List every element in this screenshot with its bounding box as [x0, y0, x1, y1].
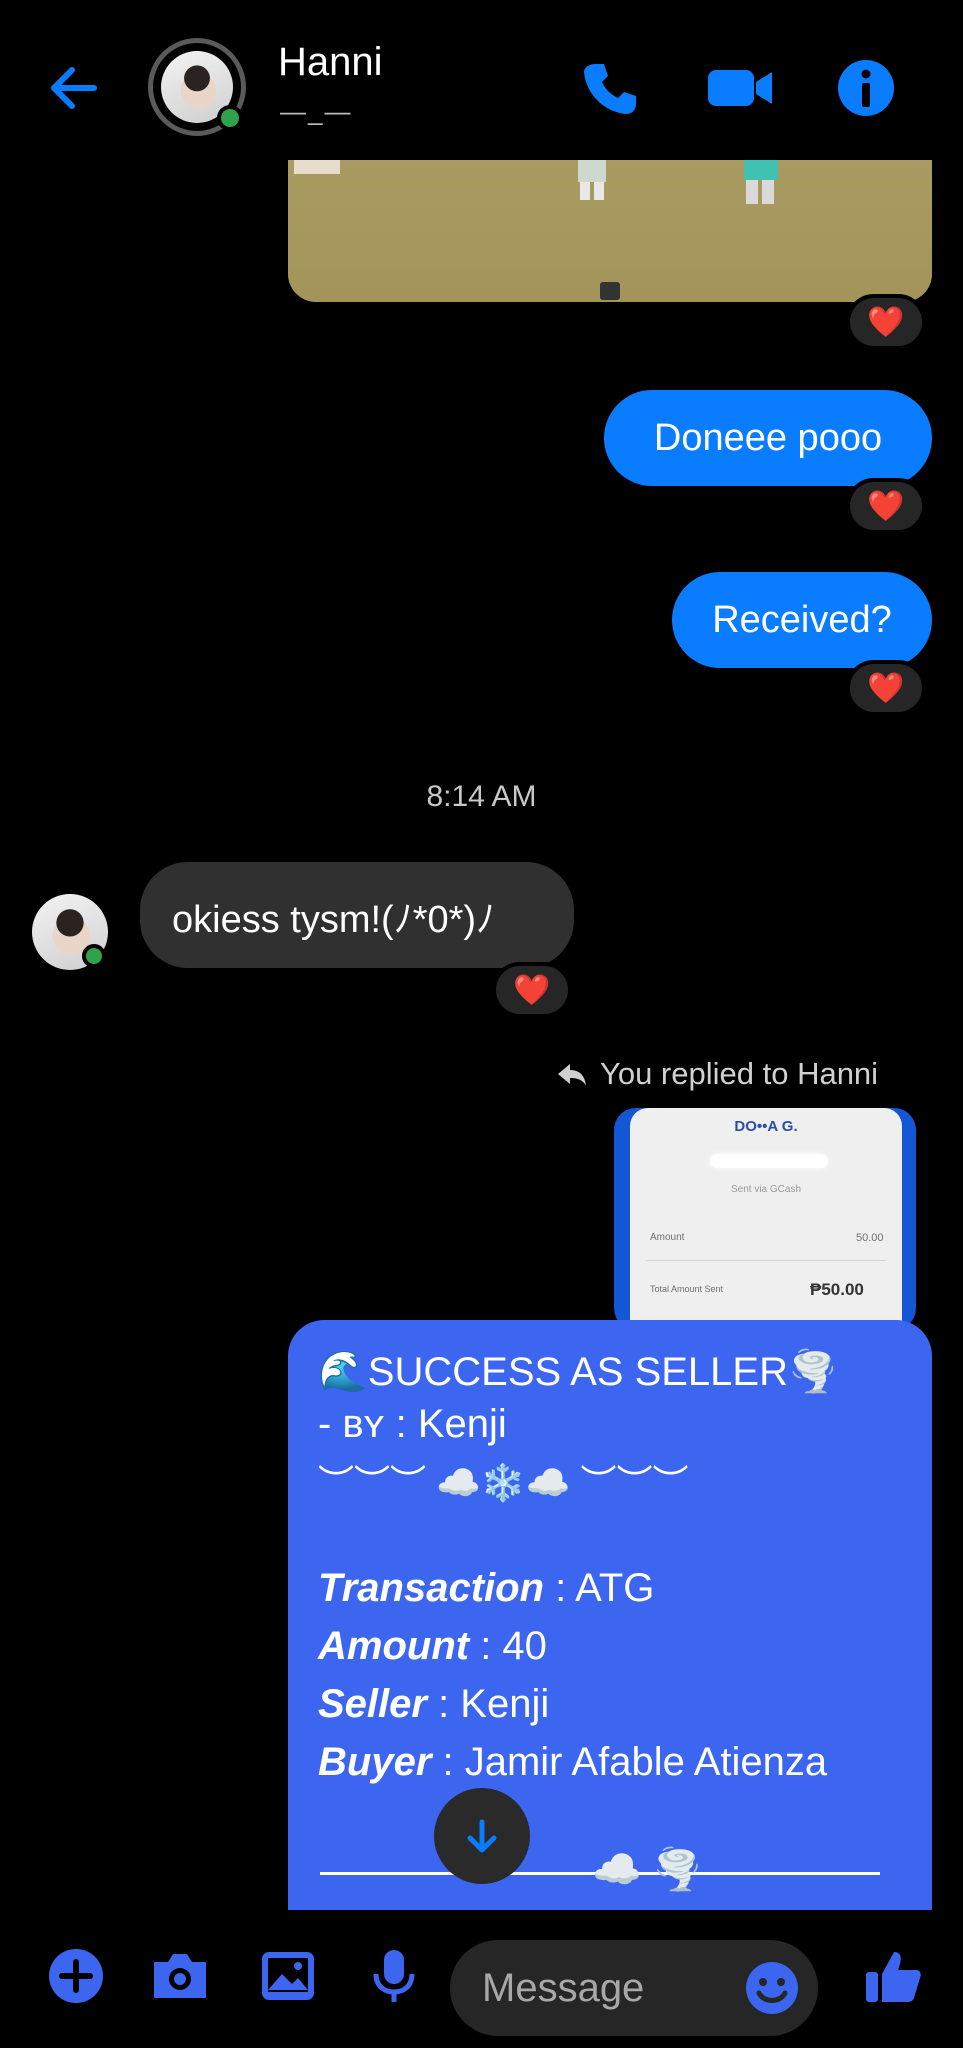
image-character — [740, 160, 780, 208]
card-byline: - ʙʏ : Kenji — [318, 1402, 507, 1447]
info-icon[interactable] — [834, 56, 898, 120]
replied-image-preview[interactable]: DO••A G. Sent via GCash Amount 50.00 Tot… — [614, 1108, 916, 1330]
image-hud — [294, 160, 340, 174]
message-text: Received? — [712, 598, 892, 641]
timestamp: 8:14 AM — [426, 780, 537, 813]
amount-row: Amount : 40 — [318, 1624, 547, 1669]
reply-indicator: You replied to Hanni — [556, 1056, 878, 1092]
seller-row: Seller : Kenji — [318, 1682, 549, 1727]
transaction-value: : ATG — [544, 1566, 655, 1610]
byline-prefix: - ʙʏ : — [318, 1402, 418, 1446]
receipt-screenshot: DO••A G. Sent via GCash Amount 50.00 Tot… — [630, 1108, 902, 1330]
image-marker — [600, 282, 620, 300]
buyer-label: Buyer — [318, 1740, 432, 1784]
outgoing-message[interactable]: Doneee pooo — [604, 390, 932, 486]
seller-value: : Kenji — [426, 1682, 550, 1726]
heart-reaction[interactable]: ❤️ — [846, 294, 926, 350]
amount-label: Amount — [318, 1624, 470, 1668]
transaction-row: Transaction : ATG — [318, 1566, 654, 1611]
heart-icon: ❤️ — [867, 671, 905, 705]
transaction-label: Transaction — [318, 1566, 544, 1610]
card-footer-decoration: ☁️ 🌪️ — [592, 1848, 703, 1892]
receipt-recipient: DO••A G. — [734, 1118, 798, 1135]
heart-reaction[interactable]: ❤️ — [846, 660, 926, 716]
card-title: 🌊SUCCESS AS SELLER🌪️ — [318, 1350, 838, 1394]
microphone-icon[interactable] — [362, 1944, 426, 2008]
contact-subtitle: —_— — [280, 96, 353, 126]
back-arrow-icon[interactable] — [44, 58, 104, 118]
message-text: okiess tysm!(ﾉ*0*)ﾉ — [172, 898, 496, 941]
shared-image[interactable] — [288, 160, 932, 302]
seller-label: Seller — [318, 1682, 427, 1726]
plus-icon[interactable] — [44, 1944, 108, 2008]
thumbs-up-icon[interactable] — [862, 1944, 926, 2008]
heart-icon: ❤️ — [513, 973, 551, 1007]
image-character — [572, 160, 612, 208]
card-decoration: ︶︶︶ ☁️❄️☁️ ︶︶︶ — [318, 1462, 689, 1503]
camera-icon[interactable] — [148, 1944, 212, 2008]
heart-reaction[interactable]: ❤️ — [492, 962, 572, 1018]
online-indicator — [82, 944, 106, 968]
reply-label: You replied to Hanni — [600, 1056, 879, 1091]
receipt-total-label: Total Amount Sent — [650, 1284, 724, 1294]
redacted-blur — [710, 1154, 828, 1168]
contact-name[interactable]: Hanni — [278, 40, 383, 85]
byline-name: Kenji — [417, 1402, 507, 1446]
outgoing-message[interactable]: Received? — [672, 572, 932, 668]
contact-avatar-small[interactable] — [32, 894, 108, 970]
receipt-divider — [646, 1260, 886, 1261]
buyer-value: : Jamir Afable Atienza — [431, 1740, 828, 1784]
receipt-amount-label: Amount — [650, 1232, 685, 1243]
message-input-wrapper — [450, 1940, 818, 2036]
gallery-icon[interactable] — [256, 1944, 320, 2008]
online-indicator — [217, 105, 243, 131]
buyer-row: Buyer : Jamir Afable Atienza — [318, 1740, 827, 1785]
outgoing-message-card[interactable]: 🌊SUCCESS AS SELLER🌪️ - ʙʏ : Kenji ︶︶︶ ☁️… — [288, 1320, 932, 1910]
message-text: Doneee pooo — [653, 416, 883, 459]
video-camera-icon[interactable] — [704, 56, 776, 120]
message-composer — [0, 1910, 963, 2048]
reply-icon — [558, 1064, 586, 1086]
heart-reaction[interactable]: ❤️ — [846, 478, 926, 534]
chat-header: Hanni —_— — [0, 0, 963, 160]
receipt-amount-value: 50.00 — [856, 1232, 884, 1244]
scroll-to-bottom-button[interactable] — [434, 1788, 530, 1884]
avatar[interactable] — [148, 38, 246, 136]
heart-icon: ❤️ — [867, 489, 905, 523]
phone-icon[interactable] — [578, 56, 642, 120]
incoming-message[interactable]: okiess tysm!(ﾉ*0*)ﾉ — [140, 862, 574, 968]
heart-icon: ❤️ — [867, 305, 905, 339]
receipt-sent-via: Sent via GCash — [730, 1184, 802, 1195]
arrow-down-icon — [467, 1819, 497, 1853]
message-input[interactable] — [482, 1958, 742, 2018]
emoji-icon[interactable] — [742, 1958, 802, 2018]
amount-value: : 40 — [469, 1624, 547, 1668]
receipt-total-value: ₱50.00 — [810, 1280, 864, 1299]
